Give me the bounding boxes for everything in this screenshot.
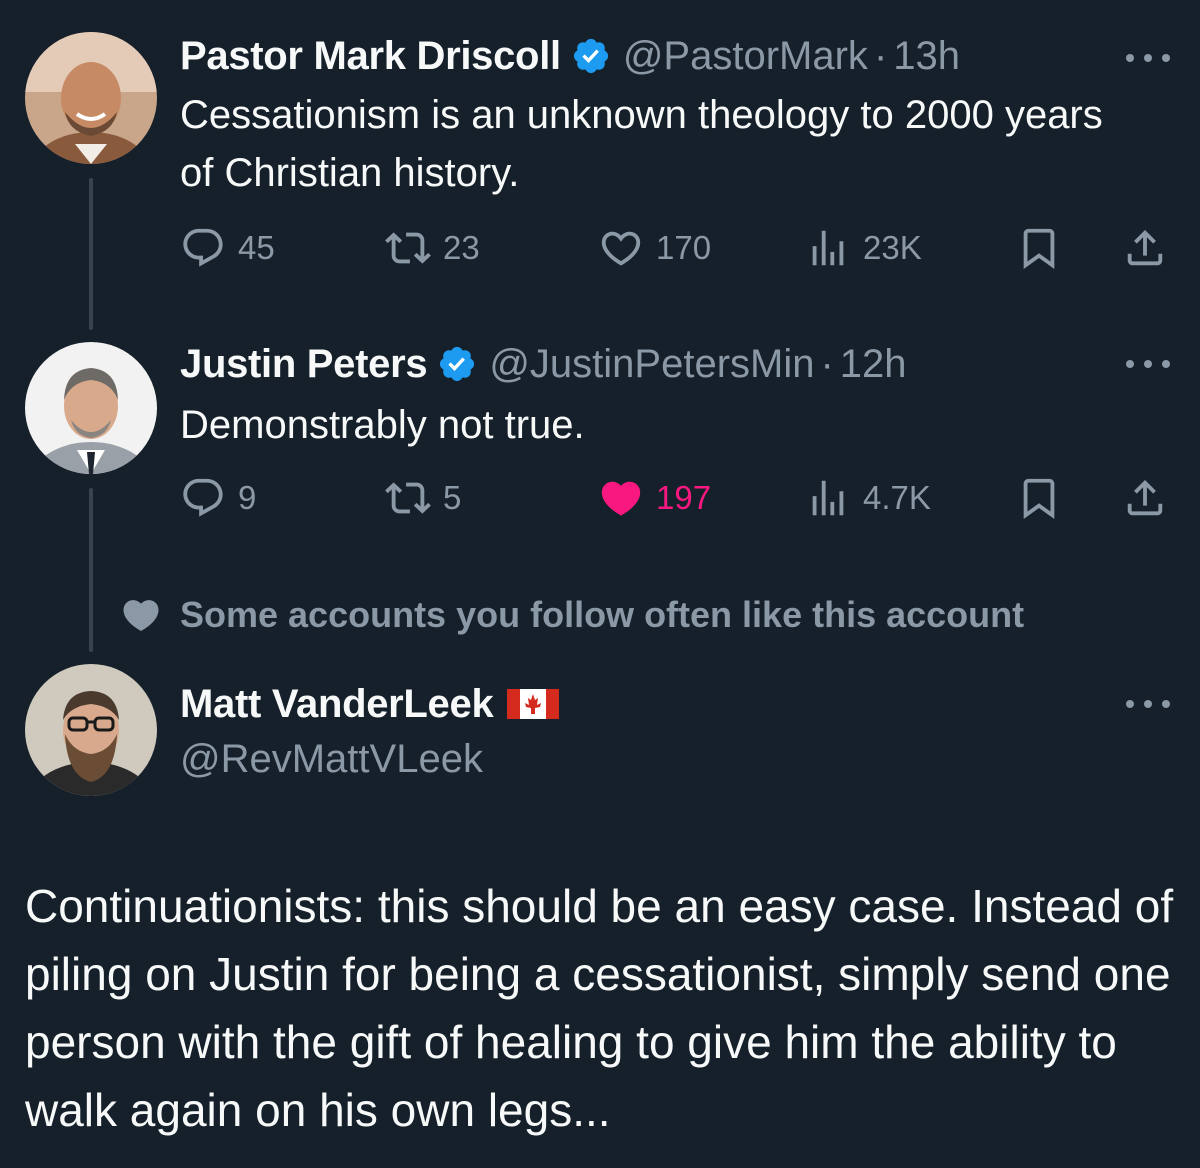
reply-button[interactable]: 9 (180, 473, 256, 523)
share-icon (1122, 475, 1168, 521)
display-name[interactable]: Pastor Mark Driscoll (180, 32, 561, 80)
separator: · (820, 342, 834, 386)
retweet-button[interactable]: 23 (385, 223, 480, 273)
user-handle[interactable]: @PastorMark (623, 32, 868, 80)
canada-flag-icon (507, 689, 560, 719)
retweet-icon (385, 225, 431, 271)
share-button[interactable] (1122, 223, 1180, 273)
retweet-count: 23 (443, 229, 480, 266)
verified-badge-icon (571, 36, 611, 76)
like-button[interactable]: 170 (598, 223, 711, 273)
thread-line (89, 488, 93, 652)
avatar[interactable] (25, 664, 157, 796)
retweet-icon (385, 475, 431, 521)
tweet-header: Matt VanderLeek (180, 680, 560, 728)
social-context: Some accounts you follow often like this… (120, 594, 1024, 636)
heart-icon (120, 594, 162, 636)
more-icon[interactable] (1126, 358, 1170, 370)
avatar[interactable] (25, 342, 157, 474)
more-icon[interactable] (1126, 52, 1170, 64)
tweet-header: Justin Peters @JustinPetersMin · 12h (180, 340, 907, 388)
thread-line (89, 178, 93, 330)
views-icon (805, 225, 851, 271)
main-tweet-text: Continuationists: this should be an easy… (25, 880, 1174, 1136)
tweet-header: Pastor Mark Driscoll @PastorMark · 13h (180, 32, 960, 80)
heart-icon (598, 225, 644, 271)
views-icon (805, 475, 851, 521)
display-name[interactable]: Justin Peters (180, 340, 428, 388)
handle-row: @RevMattVLeek (180, 735, 483, 783)
share-icon (1122, 225, 1168, 271)
share-button[interactable] (1122, 473, 1180, 523)
user-handle[interactable]: @JustinPetersMin (489, 340, 814, 388)
like-button[interactable]: 197 (598, 473, 711, 523)
more-icon[interactable] (1126, 698, 1170, 710)
reply-button[interactable]: 45 (180, 223, 275, 273)
retweet-count: 5 (443, 479, 462, 516)
separator: · (873, 34, 888, 78)
bookmark-button[interactable] (1016, 473, 1074, 523)
views-button[interactable]: 4.7K (805, 473, 931, 523)
tweet-actions: 9 5 197 4.7K (180, 473, 1170, 523)
reply-icon (180, 475, 226, 521)
verified-badge-icon (437, 344, 477, 384)
heart-filled-icon (598, 475, 644, 521)
tweet-text: Cessationism is an unknown theology to 2… (180, 93, 1103, 195)
tweet-actions: 45 23 170 23K (180, 223, 1170, 273)
timestamp[interactable]: 12h (840, 340, 907, 388)
views-count: 4.7K (863, 479, 931, 516)
bookmark-icon (1016, 225, 1062, 271)
bookmark-button[interactable] (1016, 223, 1074, 273)
social-context-text: Some accounts you follow often like this… (180, 594, 1025, 635)
reply-count: 45 (238, 229, 275, 266)
views-count: 23K (863, 229, 922, 266)
retweet-button[interactable]: 5 (385, 473, 461, 523)
bookmark-icon (1016, 475, 1062, 521)
user-handle[interactable]: @RevMattVLeek (180, 735, 483, 783)
timestamp[interactable]: 13h (893, 32, 960, 80)
display-name[interactable]: Matt VanderLeek (180, 680, 494, 728)
tweet-text: Demonstrably not true. (180, 403, 585, 447)
reply-icon (180, 225, 226, 271)
like-count: 197 (656, 479, 712, 516)
like-count: 170 (656, 229, 712, 266)
views-button[interactable]: 23K (805, 223, 922, 273)
reply-count: 9 (238, 479, 257, 516)
avatar[interactable] (25, 32, 157, 164)
